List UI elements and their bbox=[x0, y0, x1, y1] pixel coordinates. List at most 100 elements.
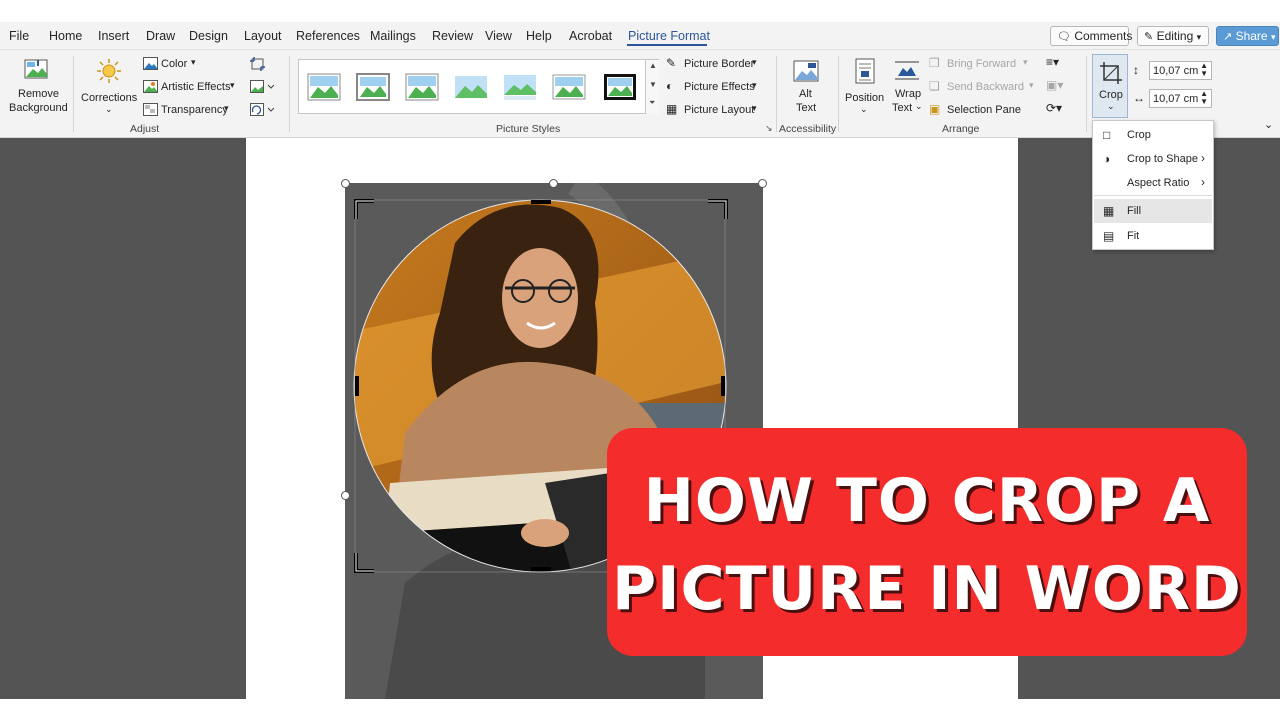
bring-forward-button[interactable]: ❐ Bring Forward ▾ bbox=[929, 56, 1035, 74]
menu-item-crop[interactable]: □ Crop bbox=[1094, 123, 1212, 147]
dialog-launcher-icon[interactable]: ↘ bbox=[765, 123, 773, 134]
gallery-more-icon[interactable]: ⏷ bbox=[649, 98, 655, 108]
menu-item-fill[interactable]: ▦ Fill bbox=[1094, 199, 1212, 223]
resize-handle[interactable] bbox=[341, 179, 350, 188]
spinner-arrows-icon[interactable]: ▲ ▼ bbox=[1200, 90, 1208, 106]
tab-view[interactable]: View bbox=[485, 29, 512, 43]
adjust-group-label: Adjust bbox=[130, 123, 160, 135]
comments-button[interactable]: 🗨 Comments bbox=[1050, 26, 1132, 46]
chevron-right-icon: › bbox=[1201, 151, 1205, 165]
corrections-button[interactable]: Corrections ⌄ bbox=[78, 54, 138, 118]
artistic-effects-button[interactable]: Artistic Effects ▾ bbox=[142, 79, 242, 97]
gallery-down-icon[interactable]: ▼ bbox=[649, 80, 657, 89]
selection-pane-icon: ▣ bbox=[929, 102, 941, 116]
menu-item-label: Crop to Shape bbox=[1127, 153, 1198, 165]
crop-handle-top-left[interactable] bbox=[354, 199, 376, 221]
chevron-down-icon: ▾ bbox=[1023, 57, 1028, 67]
menu-item-fit[interactable]: ▤ Fit bbox=[1094, 224, 1212, 248]
picture-style-thumbnail[interactable] bbox=[356, 73, 390, 101]
shape-width-input[interactable]: 10,07 cm ▲ ▼ bbox=[1149, 89, 1212, 108]
menu-item-crop-to-shape[interactable]: ◑ Crop to Shape › bbox=[1094, 147, 1212, 171]
change-picture-icon[interactable] bbox=[250, 80, 274, 94]
pencil-icon: ✎ bbox=[1144, 31, 1154, 43]
crop-handle-right[interactable] bbox=[720, 375, 728, 397]
picture-effects-icon: ◐ bbox=[666, 79, 674, 93]
tab-help[interactable]: Help bbox=[526, 29, 552, 43]
menu-item-label: Crop bbox=[1127, 129, 1151, 141]
gallery-up-icon[interactable]: ▲ bbox=[649, 61, 657, 70]
tab-insert[interactable]: Insert bbox=[98, 29, 129, 43]
chevron-down-icon: ▾ bbox=[1029, 80, 1034, 90]
tab-home[interactable]: Home bbox=[49, 29, 82, 43]
remove-background-label-2: Background bbox=[9, 102, 68, 114]
editing-button[interactable]: ✎ Editing ▾ bbox=[1137, 26, 1209, 46]
remove-background-button[interactable]: Remove Background bbox=[4, 54, 70, 118]
position-button[interactable]: Position ⌄ bbox=[843, 54, 887, 118]
ribbon-tab-bar: File Home Insert Draw Design Layout Refe… bbox=[0, 22, 1280, 50]
crop-handle-left[interactable] bbox=[354, 375, 362, 397]
group-icon[interactable]: ▣▾ bbox=[1046, 78, 1063, 92]
picture-effects-button[interactable]: ◐ Picture Effects ▾ bbox=[666, 79, 764, 97]
menu-item-label: Aspect Ratio bbox=[1127, 177, 1190, 189]
shape-width-icon: ↔ bbox=[1133, 91, 1145, 105]
reset-picture-icon[interactable] bbox=[250, 103, 274, 117]
menu-item-aspect-ratio[interactable]: Aspect Ratio › bbox=[1094, 171, 1212, 195]
picture-style-thumbnail[interactable] bbox=[603, 73, 637, 101]
resize-handle[interactable] bbox=[758, 179, 767, 188]
crop-handle-top[interactable] bbox=[530, 199, 552, 207]
color-button[interactable]: Color ▾ bbox=[142, 56, 202, 74]
tab-acrobat[interactable]: Acrobat bbox=[569, 29, 612, 43]
group-separator bbox=[73, 56, 74, 132]
tab-review[interactable]: Review bbox=[432, 29, 473, 43]
picture-border-button[interactable]: ✎ Picture Border ▾ bbox=[666, 56, 764, 74]
compress-pictures-icon[interactable] bbox=[250, 57, 265, 71]
wrap-text-button[interactable]: Wrap Text ⌄ bbox=[889, 54, 925, 118]
chevron-right-icon: › bbox=[1201, 175, 1205, 189]
picture-layout-button[interactable]: ▦ Picture Layout ▾ bbox=[666, 102, 764, 120]
tab-mailings[interactable]: Mailings bbox=[370, 29, 416, 43]
spinner-arrows-icon[interactable]: ▲ ▼ bbox=[1200, 62, 1208, 78]
tab-layout[interactable]: Layout bbox=[244, 29, 282, 43]
accessibility-group-label: Accessibility bbox=[779, 123, 837, 135]
tab-design[interactable]: Design bbox=[189, 29, 228, 43]
crop-handle-bottom-left[interactable] bbox=[354, 551, 376, 573]
share-label: Share bbox=[1235, 29, 1268, 43]
bring-forward-icon: ❐ bbox=[929, 56, 940, 70]
shape-height-input[interactable]: 10,07 cm ▲ ▼ bbox=[1149, 61, 1212, 80]
ribbon: Remove Background Corrections ⌄ Color ▾ … bbox=[0, 50, 1280, 138]
resize-handle[interactable] bbox=[549, 179, 558, 188]
color-icon bbox=[143, 57, 158, 70]
crop-handle-top-right[interactable] bbox=[706, 199, 728, 221]
collapse-ribbon-icon[interactable]: ⌄ bbox=[1264, 118, 1273, 131]
share-button[interactable]: ↗ Share ▾ bbox=[1216, 26, 1279, 46]
tab-picture-format[interactable]: Picture Format bbox=[628, 29, 710, 43]
artistic-effects-icon bbox=[143, 80, 158, 93]
picture-style-thumbnail[interactable] bbox=[552, 73, 586, 101]
tab-references[interactable]: References bbox=[296, 29, 360, 43]
gallery-scroll[interactable]: ▲ ▼ ⏷ bbox=[645, 60, 659, 114]
tab-draw[interactable]: Draw bbox=[146, 29, 175, 43]
tab-file[interactable]: File bbox=[9, 29, 29, 43]
picture-style-thumbnail[interactable] bbox=[454, 73, 488, 101]
picture-style-thumbnail[interactable] bbox=[503, 73, 537, 101]
share-icon: ↗ bbox=[1223, 31, 1233, 43]
send-backward-button[interactable]: ❏ Send Backward ▾ bbox=[929, 79, 1035, 97]
crop-handle-bottom[interactable] bbox=[530, 566, 552, 574]
rotate-icon[interactable]: ⟳▾ bbox=[1046, 101, 1062, 115]
crop-icon bbox=[1100, 62, 1122, 84]
selection-pane-button[interactable]: ▣ Selection Pane bbox=[929, 102, 1025, 120]
chevron-down-icon: ⌄ bbox=[860, 104, 868, 114]
chevron-down-icon: ▾ bbox=[1196, 32, 1202, 42]
picture-style-thumbnail[interactable] bbox=[405, 73, 439, 101]
alt-text-button[interactable]: Alt Text bbox=[786, 54, 826, 118]
picture-styles-gallery[interactable]: ▲ ▼ ⏷ bbox=[298, 59, 659, 114]
group-separator bbox=[1086, 56, 1087, 132]
transparency-button[interactable]: Transparency ▾ bbox=[142, 102, 234, 120]
bring-forward-label: Bring Forward bbox=[947, 58, 1017, 70]
align-icon[interactable]: ≡▾ bbox=[1046, 55, 1059, 69]
group-separator bbox=[838, 56, 839, 132]
resize-handle[interactable] bbox=[341, 491, 350, 500]
remove-background-label-1: Remove bbox=[18, 88, 59, 100]
picture-style-thumbnail[interactable] bbox=[307, 73, 341, 101]
crop-button[interactable]: Crop ⌄ bbox=[1092, 54, 1128, 118]
